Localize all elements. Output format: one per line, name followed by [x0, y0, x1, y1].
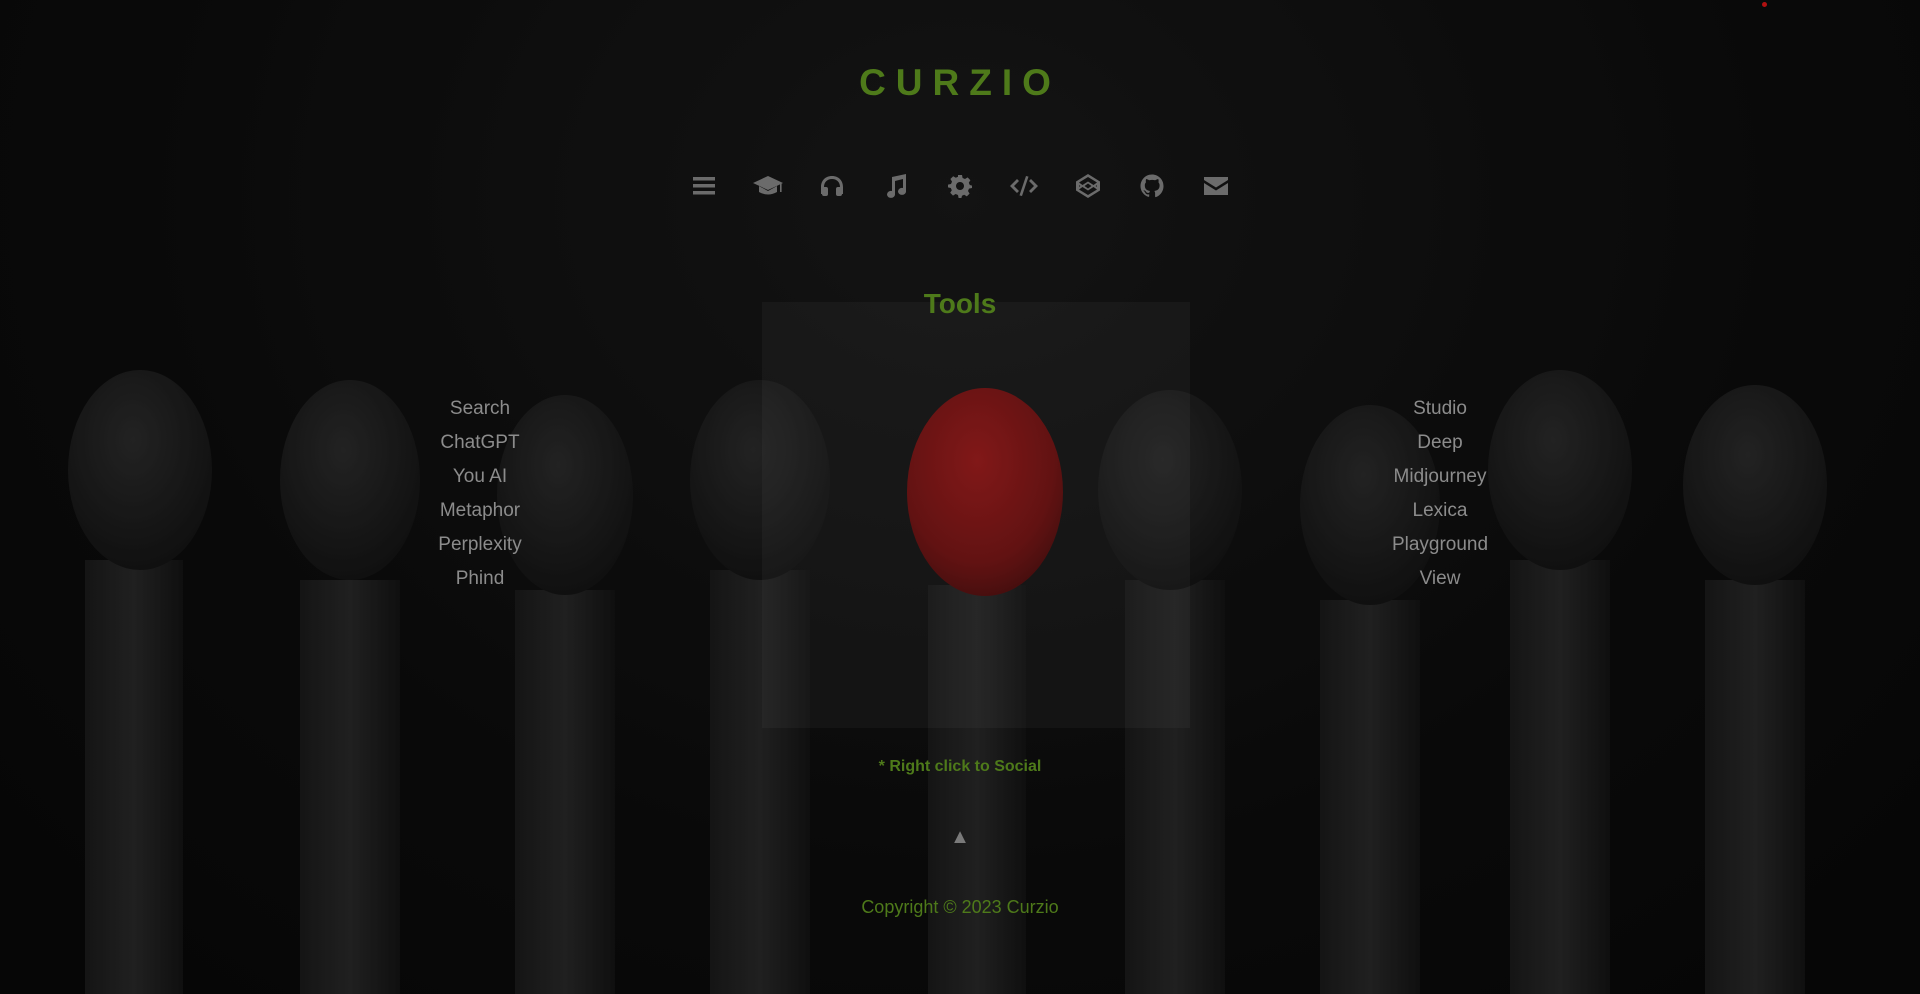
- section-title: Tools: [923, 288, 997, 319]
- red-dot-indicator: [1762, 2, 1767, 7]
- page: CURZIO Tools Search ChatGPT You AI Metap…: [0, 0, 1920, 994]
- tool-link-search[interactable]: Search: [370, 392, 590, 426]
- envelope-icon[interactable]: [1184, 168, 1248, 204]
- center-glass-panel: [762, 302, 1190, 728]
- graduation-cap-icon[interactable]: [736, 168, 800, 204]
- tool-link-playground[interactable]: Playground: [1330, 528, 1550, 562]
- back-to-top-arrow-icon[interactable]: ▲: [0, 826, 1920, 849]
- icon-navbar: [0, 168, 1920, 204]
- github-icon[interactable]: [1120, 168, 1184, 204]
- site-title[interactable]: CURZIO: [0, 62, 1920, 104]
- copyright: Copyright © 2023 Curzio: [861, 897, 1059, 917]
- tools-right-column: Studio Deep Midjourney Lexica Playground…: [1330, 392, 1550, 596]
- tools-left-column: Search ChatGPT You AI Metaphor Perplexit…: [370, 392, 590, 596]
- tool-link-midjourney[interactable]: Midjourney: [1330, 460, 1550, 494]
- gear-icon[interactable]: [928, 168, 992, 204]
- headphones-icon[interactable]: [800, 168, 864, 204]
- right-click-hint: * Right click to Social: [878, 758, 1042, 775]
- tool-link-perplexity[interactable]: Perplexity: [370, 528, 590, 562]
- tool-link-studio[interactable]: Studio: [1330, 392, 1550, 426]
- codepen-icon[interactable]: [1056, 168, 1120, 204]
- tool-link-metaphor[interactable]: Metaphor: [370, 494, 590, 528]
- music-icon[interactable]: [864, 168, 928, 204]
- code-icon[interactable]: [992, 168, 1056, 204]
- tool-link-deep[interactable]: Deep: [1330, 426, 1550, 460]
- tool-link-you-ai[interactable]: You AI: [370, 460, 590, 494]
- tool-link-lexica[interactable]: Lexica: [1330, 494, 1550, 528]
- tool-link-phind[interactable]: Phind: [370, 562, 590, 596]
- tool-link-chatgpt[interactable]: ChatGPT: [370, 426, 590, 460]
- tool-link-view[interactable]: View: [1330, 562, 1550, 596]
- menu-icon[interactable]: [672, 168, 736, 204]
